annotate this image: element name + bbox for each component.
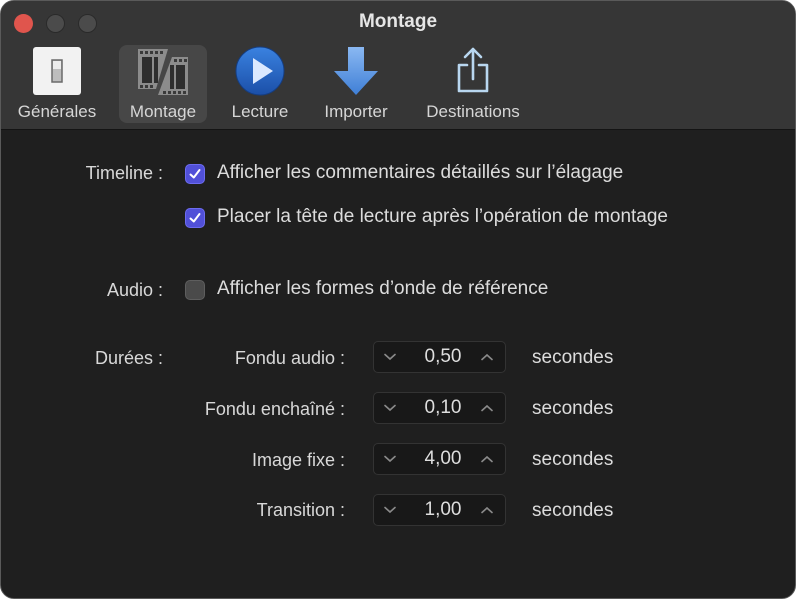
play-icon — [230, 45, 290, 97]
import-arrow-icon — [326, 45, 386, 97]
chevron-up-icon[interactable] — [475, 495, 499, 525]
checkmark-icon — [189, 169, 201, 179]
chevron-up-icon[interactable] — [475, 444, 499, 474]
still-image-label: Image fixe : — [251, 450, 345, 470]
durations-label: Durées : — [94, 348, 163, 368]
tab-label: Destinations — [426, 102, 520, 121]
transition-stepper[interactable]: 1,00 — [373, 494, 506, 526]
chevron-down-icon[interactable] — [378, 495, 402, 525]
audio-fade-value[interactable]: 0,50 — [404, 346, 482, 368]
window-title: Montage — [358, 11, 438, 32]
tab-importer[interactable]: Importer — [313, 45, 399, 123]
tab-label: Montage — [129, 102, 197, 121]
still-image-stepper[interactable]: 4,00 — [373, 443, 506, 475]
trim-feedback-label[interactable]: Afficher les commentaires détaillés sur … — [217, 162, 623, 184]
tab-montage[interactable]: Montage — [119, 45, 207, 123]
checkmark-icon — [189, 213, 201, 223]
switch-icon — [27, 45, 87, 97]
timeline-label: Timeline : — [85, 163, 163, 183]
still-image-value[interactable]: 4,00 — [404, 448, 482, 470]
preferences-window: Montage Générales Montage Lecture Import… — [0, 0, 796, 599]
share-icon — [443, 45, 503, 97]
still-image-unit: secondes — [532, 449, 614, 470]
chevron-down-icon[interactable] — [378, 342, 402, 372]
transition-unit: secondes — [532, 500, 614, 521]
cross-dissolve-label: Fondu enchaîné : — [204, 399, 345, 419]
transition-label: Transition : — [256, 500, 345, 520]
audio-label: Audio : — [106, 280, 163, 300]
playhead-position-label[interactable]: Placer la tête de lecture après l’opérat… — [217, 206, 668, 228]
cross-dissolve-unit: secondes — [532, 398, 614, 419]
tab-generales[interactable]: Générales — [9, 45, 105, 123]
checkbox-trim-feedback[interactable] — [185, 164, 205, 184]
tab-label: Générales — [17, 102, 97, 121]
tab-destinations[interactable]: Destinations — [415, 45, 531, 123]
audio-fade-unit: secondes — [532, 347, 614, 368]
chevron-down-icon[interactable] — [378, 444, 402, 474]
chevron-up-icon[interactable] — [475, 393, 499, 423]
checkbox-playhead-position[interactable] — [185, 208, 205, 228]
toolbar: Montage Générales Montage Lecture Import… — [1, 1, 795, 130]
cross-dissolve-value[interactable]: 0,10 — [404, 397, 482, 419]
tab-label: Lecture — [231, 102, 289, 121]
audio-fade-stepper[interactable]: 0,50 — [373, 341, 506, 373]
film-edit-icon — [133, 45, 193, 97]
chevron-down-icon[interactable] — [378, 393, 402, 423]
transition-value[interactable]: 1,00 — [404, 499, 482, 521]
tab-label: Importer — [324, 102, 388, 121]
checkbox-reference-waveforms[interactable] — [185, 280, 205, 300]
chevron-up-icon[interactable] — [475, 342, 499, 372]
tab-lecture[interactable]: Lecture — [221, 45, 299, 123]
reference-waveforms-label[interactable]: Afficher les formes d’onde de référence — [217, 278, 548, 300]
cross-dissolve-stepper[interactable]: 0,10 — [373, 392, 506, 424]
audio-fade-label: Fondu audio : — [234, 348, 345, 368]
